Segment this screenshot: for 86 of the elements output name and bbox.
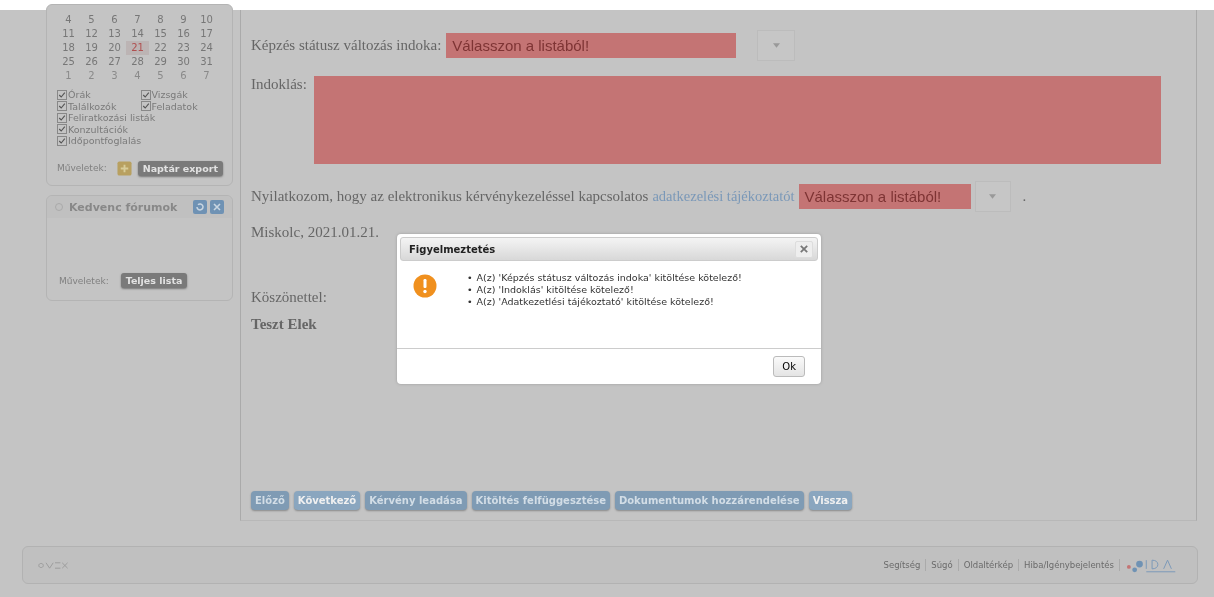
calendar-day[interactable]: 16 bbox=[172, 27, 195, 41]
filter-label: Időpontfoglalás bbox=[68, 135, 142, 147]
calendar-export-button[interactable]: Naptár export bbox=[137, 160, 223, 176]
field-label: Indoklás: bbox=[251, 76, 307, 93]
calendar-day[interactable]: 7 bbox=[126, 13, 149, 27]
calendar-day[interactable]: 12 bbox=[80, 27, 103, 41]
signature-text: Teszt Elek bbox=[251, 316, 317, 333]
calendar-day[interactable]: 6 bbox=[103, 13, 126, 27]
calendar-day[interactable]: 25 bbox=[57, 55, 80, 69]
statement-select[interactable]: Válasszon a listából! bbox=[798, 184, 971, 209]
calendar-day[interactable]: 3 bbox=[103, 69, 126, 83]
calendar-day[interactable]: 26 bbox=[80, 55, 103, 69]
closing-text: Köszönettel: bbox=[251, 289, 327, 306]
nav-button[interactable]: Következő bbox=[293, 491, 361, 510]
calendar-day[interactable]: 4 bbox=[57, 13, 80, 27]
calendar-day[interactable]: 27 bbox=[103, 55, 126, 69]
footer-link[interactable]: Súgó bbox=[931, 560, 953, 570]
checkbox[interactable] bbox=[57, 135, 67, 146]
error-message: A(z) 'Képzés státusz változás indoka' kitöltése kötelező! bbox=[476, 272, 742, 285]
statement-text: Nyilatkozom, hogy az elektronikus kérvénykezeléssel kapcsolatos bbox=[251, 188, 649, 205]
checkbox[interactable] bbox=[57, 124, 67, 135]
checkbox[interactable] bbox=[57, 89, 67, 100]
calendar-day[interactable]: 10 bbox=[195, 13, 218, 27]
caret-icon bbox=[772, 43, 780, 48]
calendar-day[interactable]: 23 bbox=[172, 41, 195, 55]
warning-icon bbox=[413, 274, 437, 299]
calendar-day[interactable]: 2 bbox=[80, 69, 103, 83]
footer-link[interactable]: Hiba/Igénybejelentés bbox=[1024, 560, 1114, 570]
close-icon bbox=[800, 245, 808, 254]
calendar-day[interactable]: 19 bbox=[80, 41, 103, 55]
reason-select[interactable]: Válasszon a listából! bbox=[446, 33, 737, 58]
privacy-link[interactable]: adatkezelési tájékoztatót bbox=[652, 188, 795, 205]
checkbox[interactable] bbox=[140, 101, 151, 112]
calendar-day[interactable]: 6 bbox=[172, 69, 195, 83]
calendar-day[interactable]: 30 bbox=[172, 55, 195, 69]
panel-title: Kedvenc fórumok bbox=[69, 200, 179, 214]
filter-label: Feliratkozási listák bbox=[68, 112, 156, 124]
filter-label: Találkozók bbox=[68, 100, 117, 112]
close-button[interactable] bbox=[795, 240, 813, 258]
caret-icon bbox=[989, 194, 996, 199]
filter-label: Vizsgák bbox=[151, 89, 188, 101]
calendar-day[interactable]: 17 bbox=[195, 27, 218, 41]
calendar-day[interactable]: 7 bbox=[195, 69, 218, 83]
calendar-day[interactable]: 22 bbox=[149, 41, 172, 55]
calendar-day[interactable]: 5 bbox=[80, 13, 103, 27]
date-text: Miskolc, 2021.01.21. bbox=[251, 224, 379, 241]
calendar-day[interactable]: 20 bbox=[103, 41, 126, 55]
filter-label: Órák bbox=[68, 89, 91, 101]
bullet-text: • bbox=[467, 296, 473, 309]
checkbox[interactable] bbox=[57, 112, 67, 123]
calendar-day[interactable]: 29 bbox=[149, 55, 172, 69]
filter-label: Feladatok bbox=[151, 100, 198, 112]
bullet-text: • bbox=[467, 272, 473, 285]
close-icon[interactable] bbox=[210, 200, 224, 214]
calendar-day[interactable]: 18 bbox=[57, 41, 80, 55]
calendar-day[interactable]: 15 bbox=[149, 27, 172, 41]
checkbox[interactable] bbox=[57, 101, 67, 112]
calendar-day[interactable]: 1 bbox=[57, 69, 80, 83]
error-message: A(z) 'Adatkezetlési tájékoztató' kitöltése kötelező! bbox=[476, 296, 714, 309]
footer-link[interactable]: Oldaltérkép bbox=[963, 560, 1014, 570]
calendar-day[interactable]: 13 bbox=[103, 27, 126, 41]
full-list-button[interactable]: Teljes lista bbox=[120, 273, 188, 288]
justification-field[interactable] bbox=[313, 76, 1161, 164]
calendar-day[interactable]: 5 bbox=[149, 69, 172, 83]
calendar-day[interactable]: 9 bbox=[172, 13, 195, 27]
checkbox[interactable] bbox=[140, 89, 151, 100]
calendar-day[interactable]: 11 bbox=[57, 27, 80, 41]
ok-button[interactable]: Ok bbox=[773, 356, 805, 377]
nav-button[interactable]: Vissza bbox=[808, 491, 853, 510]
filter-label: Konzultációk bbox=[68, 123, 128, 135]
actions-label: Műveletek: bbox=[57, 163, 107, 173]
calendar-day[interactable]: 21 bbox=[126, 41, 149, 55]
footer-link[interactable]: Segítség bbox=[883, 560, 921, 570]
calendar-day[interactable]: 8 bbox=[149, 13, 172, 27]
calendar-day[interactable]: 14 bbox=[126, 27, 149, 41]
period-text: . bbox=[1022, 188, 1027, 205]
field-label: Képzés státusz változás indoka: bbox=[251, 37, 442, 54]
calendar-day[interactable]: 31 bbox=[195, 55, 218, 69]
refresh-icon[interactable] bbox=[193, 200, 207, 214]
actions-label: Műveletek: bbox=[59, 275, 109, 286]
calendar-day[interactable]: 28 bbox=[126, 55, 149, 69]
calendar-day[interactable]: 24 bbox=[195, 41, 218, 55]
bullet-text: • bbox=[467, 284, 473, 297]
error-message: A(z) 'Indoklás' kitöltése kötelező! bbox=[476, 284, 634, 297]
dialog-title: Figyelmeztetés bbox=[409, 243, 496, 255]
calendar-day[interactable]: 4 bbox=[126, 69, 149, 83]
